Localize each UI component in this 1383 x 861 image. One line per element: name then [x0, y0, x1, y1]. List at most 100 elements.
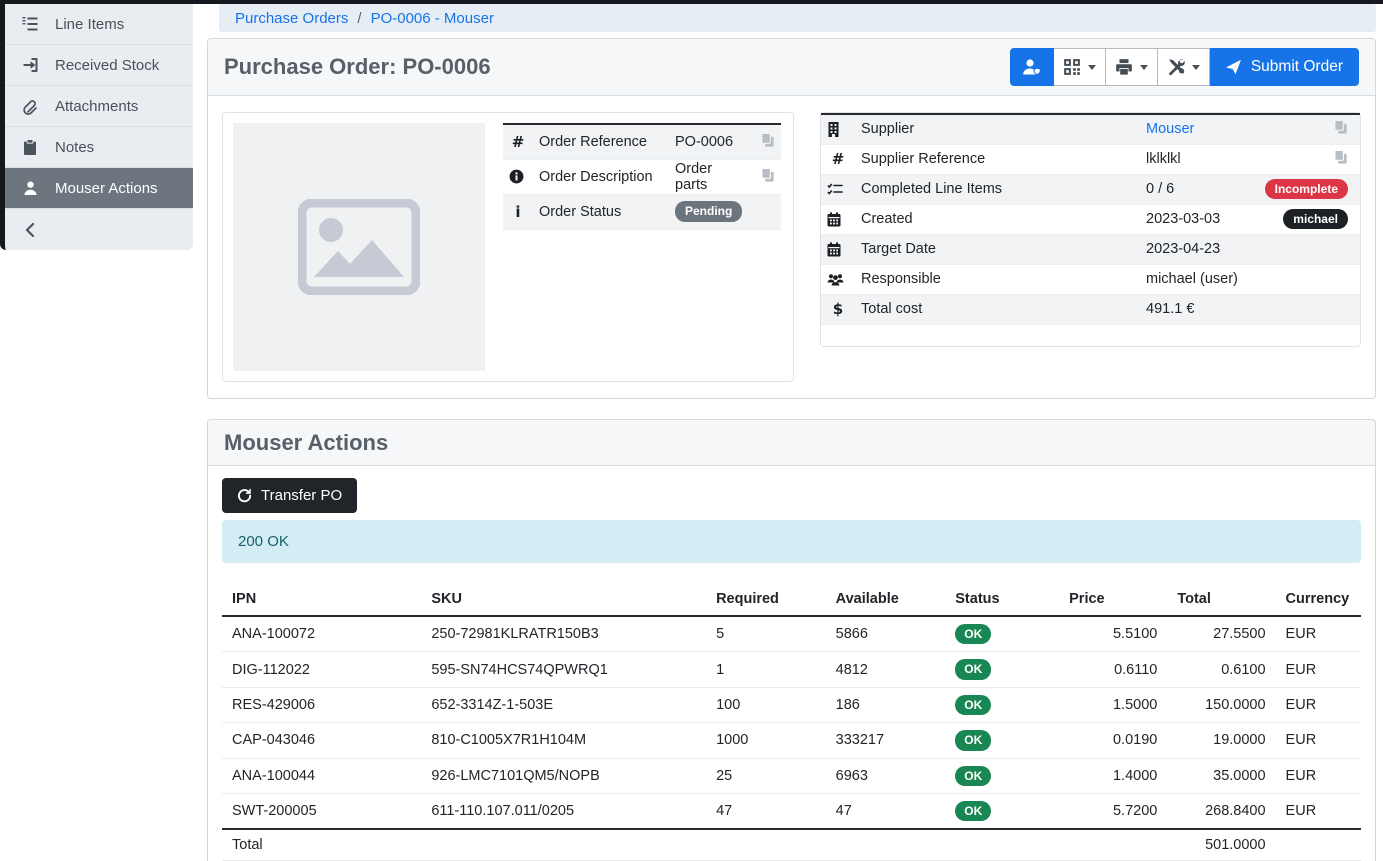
- transfer-po-button[interactable]: Transfer PO: [222, 478, 357, 513]
- cell-price: 5.5100: [1059, 616, 1167, 652]
- sidebar-item-received-stock[interactable]: Received Stock: [5, 45, 193, 86]
- status-alert: 200 OK: [222, 520, 1361, 563]
- cell-ipn: ANA-100044: [222, 758, 421, 793]
- detail-value: 2023-04-23: [1140, 234, 1250, 264]
- total-value: 501.0000: [1167, 829, 1275, 861]
- barcode-actions-button[interactable]: [1054, 48, 1106, 86]
- col-header-sku: SKU: [421, 583, 706, 616]
- cell-available: 5866: [826, 616, 946, 652]
- table-row: i Order Status Pending: [503, 194, 781, 229]
- table-row: CAP-043046 810-C1005X7R1H104M 1000 33321…: [222, 723, 1361, 758]
- cell-available: 186: [826, 687, 946, 722]
- detail-label: Responsible: [855, 264, 1140, 294]
- window-top-edge: [0, 0, 1383, 4]
- sidebar-item-label: Attachments: [55, 98, 138, 115]
- clipboard-icon: [20, 139, 40, 155]
- detail-value: lklklkl: [1140, 144, 1250, 174]
- cell-ipn: ANA-100072: [222, 616, 421, 652]
- breadcrumb-link-po[interactable]: PO-0006 - Mouser: [371, 10, 494, 27]
- col-header-required: Required: [706, 583, 826, 616]
- ok-badge: OK: [955, 801, 991, 821]
- table-row: SWT-200005 611-110.107.011/0205 47 47 OK…: [222, 793, 1361, 829]
- col-header-ipn: IPN: [222, 583, 421, 616]
- paperclip-icon: [20, 98, 40, 115]
- chevron-down-icon: [1140, 65, 1148, 70]
- page-title: Purchase Order: PO-0006: [224, 54, 491, 80]
- breadcrumb: Purchase Orders / PO-0006 - Mouser: [219, 4, 1376, 32]
- order-actions-group: Submit Order: [1010, 48, 1359, 86]
- detail-label: Order Description: [533, 159, 669, 194]
- order-info-card: # Order Reference PO-0006 Order Descri: [222, 112, 794, 382]
- table-header-row: IPN SKU Required Available Status Price …: [222, 583, 1361, 616]
- cell-sku: 652-3314Z-1-503E: [421, 687, 706, 722]
- table-row: ANA-100072 250-72981KLRATR150B3 5 5866 O…: [222, 616, 1361, 652]
- purchase-order-panel: Purchase Order: PO-0006: [207, 38, 1376, 399]
- breadcrumb-link-purchase-orders[interactable]: Purchase Orders: [235, 10, 348, 27]
- ok-badge: OK: [955, 730, 991, 750]
- submit-order-button[interactable]: Submit Order: [1210, 48, 1359, 86]
- info-icon: i: [515, 203, 520, 221]
- sidebar-item-mouser-actions[interactable]: Mouser Actions: [5, 168, 193, 209]
- table-row: # Supplier Reference lklklkl: [821, 144, 1360, 174]
- detail-value: PO-0006: [669, 124, 749, 159]
- calendar-icon: [827, 212, 849, 227]
- hash-icon: #: [512, 133, 525, 151]
- detail-value: 2023-03-03: [1140, 204, 1250, 234]
- ok-badge: OK: [955, 659, 991, 679]
- detail-value: 0 / 6: [1140, 174, 1250, 204]
- copy-icon[interactable]: [760, 167, 775, 183]
- mouser-actions-body: Transfer PO 200 OK IPN SKU Required Avai…: [208, 466, 1375, 861]
- cell-currency: EUR: [1276, 616, 1361, 652]
- table-row: Target Date 2023-04-23: [821, 234, 1360, 264]
- table-row: # Order Reference PO-0006: [503, 124, 781, 159]
- order-image-placeholder[interactable]: [233, 123, 485, 371]
- cell-required: 47: [706, 793, 826, 829]
- sidebar-item-label: Mouser Actions: [55, 180, 158, 197]
- chevron-left-icon: [20, 223, 40, 237]
- detail-value: Order parts: [669, 159, 749, 194]
- sidebar-item-notes[interactable]: Notes: [5, 127, 193, 168]
- sidebar-item-attachments[interactable]: Attachments: [5, 86, 193, 127]
- cell-ipn: RES-429006: [222, 687, 421, 722]
- sidebar: Line Items Received Stock Attachments No…: [0, 4, 193, 861]
- table-row: Responsible michael (user): [821, 264, 1360, 294]
- user-shield-button[interactable]: [1010, 48, 1054, 86]
- copy-icon[interactable]: [760, 132, 775, 148]
- table-row: DIG-112022 595-SN74HCS74QPWRQ1 1 4812 OK…: [222, 652, 1361, 687]
- copy-icon[interactable]: [1333, 149, 1348, 165]
- cell-total: 27.5500: [1167, 616, 1275, 652]
- ok-badge: OK: [955, 624, 991, 644]
- copy-icon[interactable]: [1333, 119, 1348, 135]
- cell-ipn: CAP-043046: [222, 723, 421, 758]
- breadcrumb-separator: /: [357, 10, 361, 27]
- cell-available: 333217: [826, 723, 946, 758]
- cell-sku: 250-72981KLRATR150B3: [421, 616, 706, 652]
- cell-currency: EUR: [1276, 723, 1361, 758]
- cell-price: 5.7200: [1059, 793, 1167, 829]
- ok-badge: OK: [955, 695, 991, 715]
- purchase-order-body: # Order Reference PO-0006 Order Descri: [208, 96, 1375, 398]
- detail-label: Order Status: [533, 194, 669, 229]
- cell-sku: 926-LMC7101QM5/NOPB: [421, 758, 706, 793]
- col-header-status: Status: [945, 583, 1059, 616]
- col-header-available: Available: [826, 583, 946, 616]
- table-row: Created 2023-03-03 michael: [821, 204, 1360, 234]
- sidebar-item-line-items[interactable]: Line Items: [5, 4, 193, 45]
- col-header-price: Price: [1059, 583, 1167, 616]
- order-tools-button[interactable]: [1158, 48, 1210, 86]
- cell-currency: EUR: [1276, 687, 1361, 722]
- cell-total: 150.0000: [1167, 687, 1275, 722]
- print-actions-button[interactable]: [1106, 48, 1158, 86]
- calendar-icon: [827, 242, 849, 257]
- col-header-currency: Currency: [1276, 583, 1361, 616]
- supplier-link[interactable]: Mouser: [1146, 121, 1194, 137]
- cell-price: 1.5000: [1059, 687, 1167, 722]
- mouser-actions-title: Mouser Actions: [224, 430, 388, 456]
- cell-price: 0.6110: [1059, 652, 1167, 687]
- tools-icon: [1167, 58, 1185, 76]
- cell-currency: EUR: [1276, 793, 1361, 829]
- cell-price: 0.0190: [1059, 723, 1167, 758]
- sidebar-collapse-button[interactable]: [5, 209, 193, 250]
- line-items-table: IPN SKU Required Available Status Price …: [222, 583, 1361, 861]
- sidebar-item-label: Received Stock: [55, 57, 159, 74]
